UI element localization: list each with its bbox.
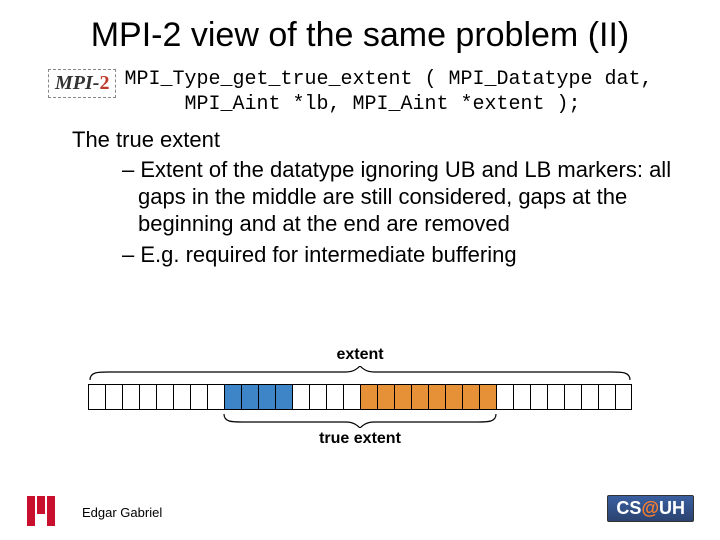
cell (122, 384, 139, 410)
mpi2-badge: MPI-2 (48, 69, 116, 98)
cell (105, 384, 122, 410)
cell (88, 384, 105, 410)
cell (190, 384, 207, 410)
cell (462, 384, 479, 410)
list-item: – E.g. required for intermediate bufferi… (122, 242, 690, 269)
subhead: The true extent (72, 127, 690, 153)
cell (496, 384, 513, 410)
author-name: Edgar Gabriel (82, 505, 162, 520)
bullet-list: – Extent of the datatype ignoring UB and… (122, 157, 690, 268)
cell (411, 384, 428, 410)
cell (581, 384, 598, 410)
cell (292, 384, 309, 410)
cell (258, 384, 275, 410)
code-line-2: MPI_Aint *lb, MPI_Aint *extent ); (124, 93, 580, 116)
cell (598, 384, 615, 410)
cell (173, 384, 190, 410)
cell (224, 384, 241, 410)
cell (513, 384, 530, 410)
cell (139, 384, 156, 410)
extent-diagram: extent true extent (0, 346, 720, 448)
page-title: MPI-2 view of the same problem (II) (30, 16, 690, 55)
cell (530, 384, 547, 410)
cell (377, 384, 394, 410)
cell (207, 384, 224, 410)
cell (564, 384, 581, 410)
code-row: MPI-2 MPI_Type_get_true_extent ( MPI_Dat… (48, 69, 690, 117)
cell (479, 384, 496, 410)
badge-prefix: MPI- (55, 72, 99, 94)
cell (343, 384, 360, 410)
cell (615, 384, 632, 410)
csuh-cs: CS (616, 498, 641, 518)
cell (428, 384, 445, 410)
uh-logo-icon (26, 496, 56, 526)
code-block: MPI_Type_get_true_extent ( MPI_Datatype … (124, 67, 652, 117)
cell (241, 384, 258, 410)
cell (309, 384, 326, 410)
badge-suffix: 2 (99, 72, 109, 94)
cell (394, 384, 411, 410)
cell (360, 384, 377, 410)
true-extent-label: true extent (0, 430, 720, 448)
extent-label: extent (0, 346, 720, 364)
brace-bottom-icon (88, 412, 632, 428)
list-item: – Extent of the datatype ignoring UB and… (122, 157, 690, 237)
cell (275, 384, 292, 410)
code-line-1: MPI_Type_get_true_extent ( MPI_Datatype … (124, 68, 652, 91)
cell-strip (0, 384, 720, 410)
csuh-uh: UH (659, 498, 685, 518)
cell (547, 384, 564, 410)
cell (445, 384, 462, 410)
cell (326, 384, 343, 410)
csuh-at: @ (641, 498, 659, 518)
csuh-logo: CS@UH (607, 495, 694, 522)
brace-top-icon (88, 366, 632, 382)
cell (156, 384, 173, 410)
